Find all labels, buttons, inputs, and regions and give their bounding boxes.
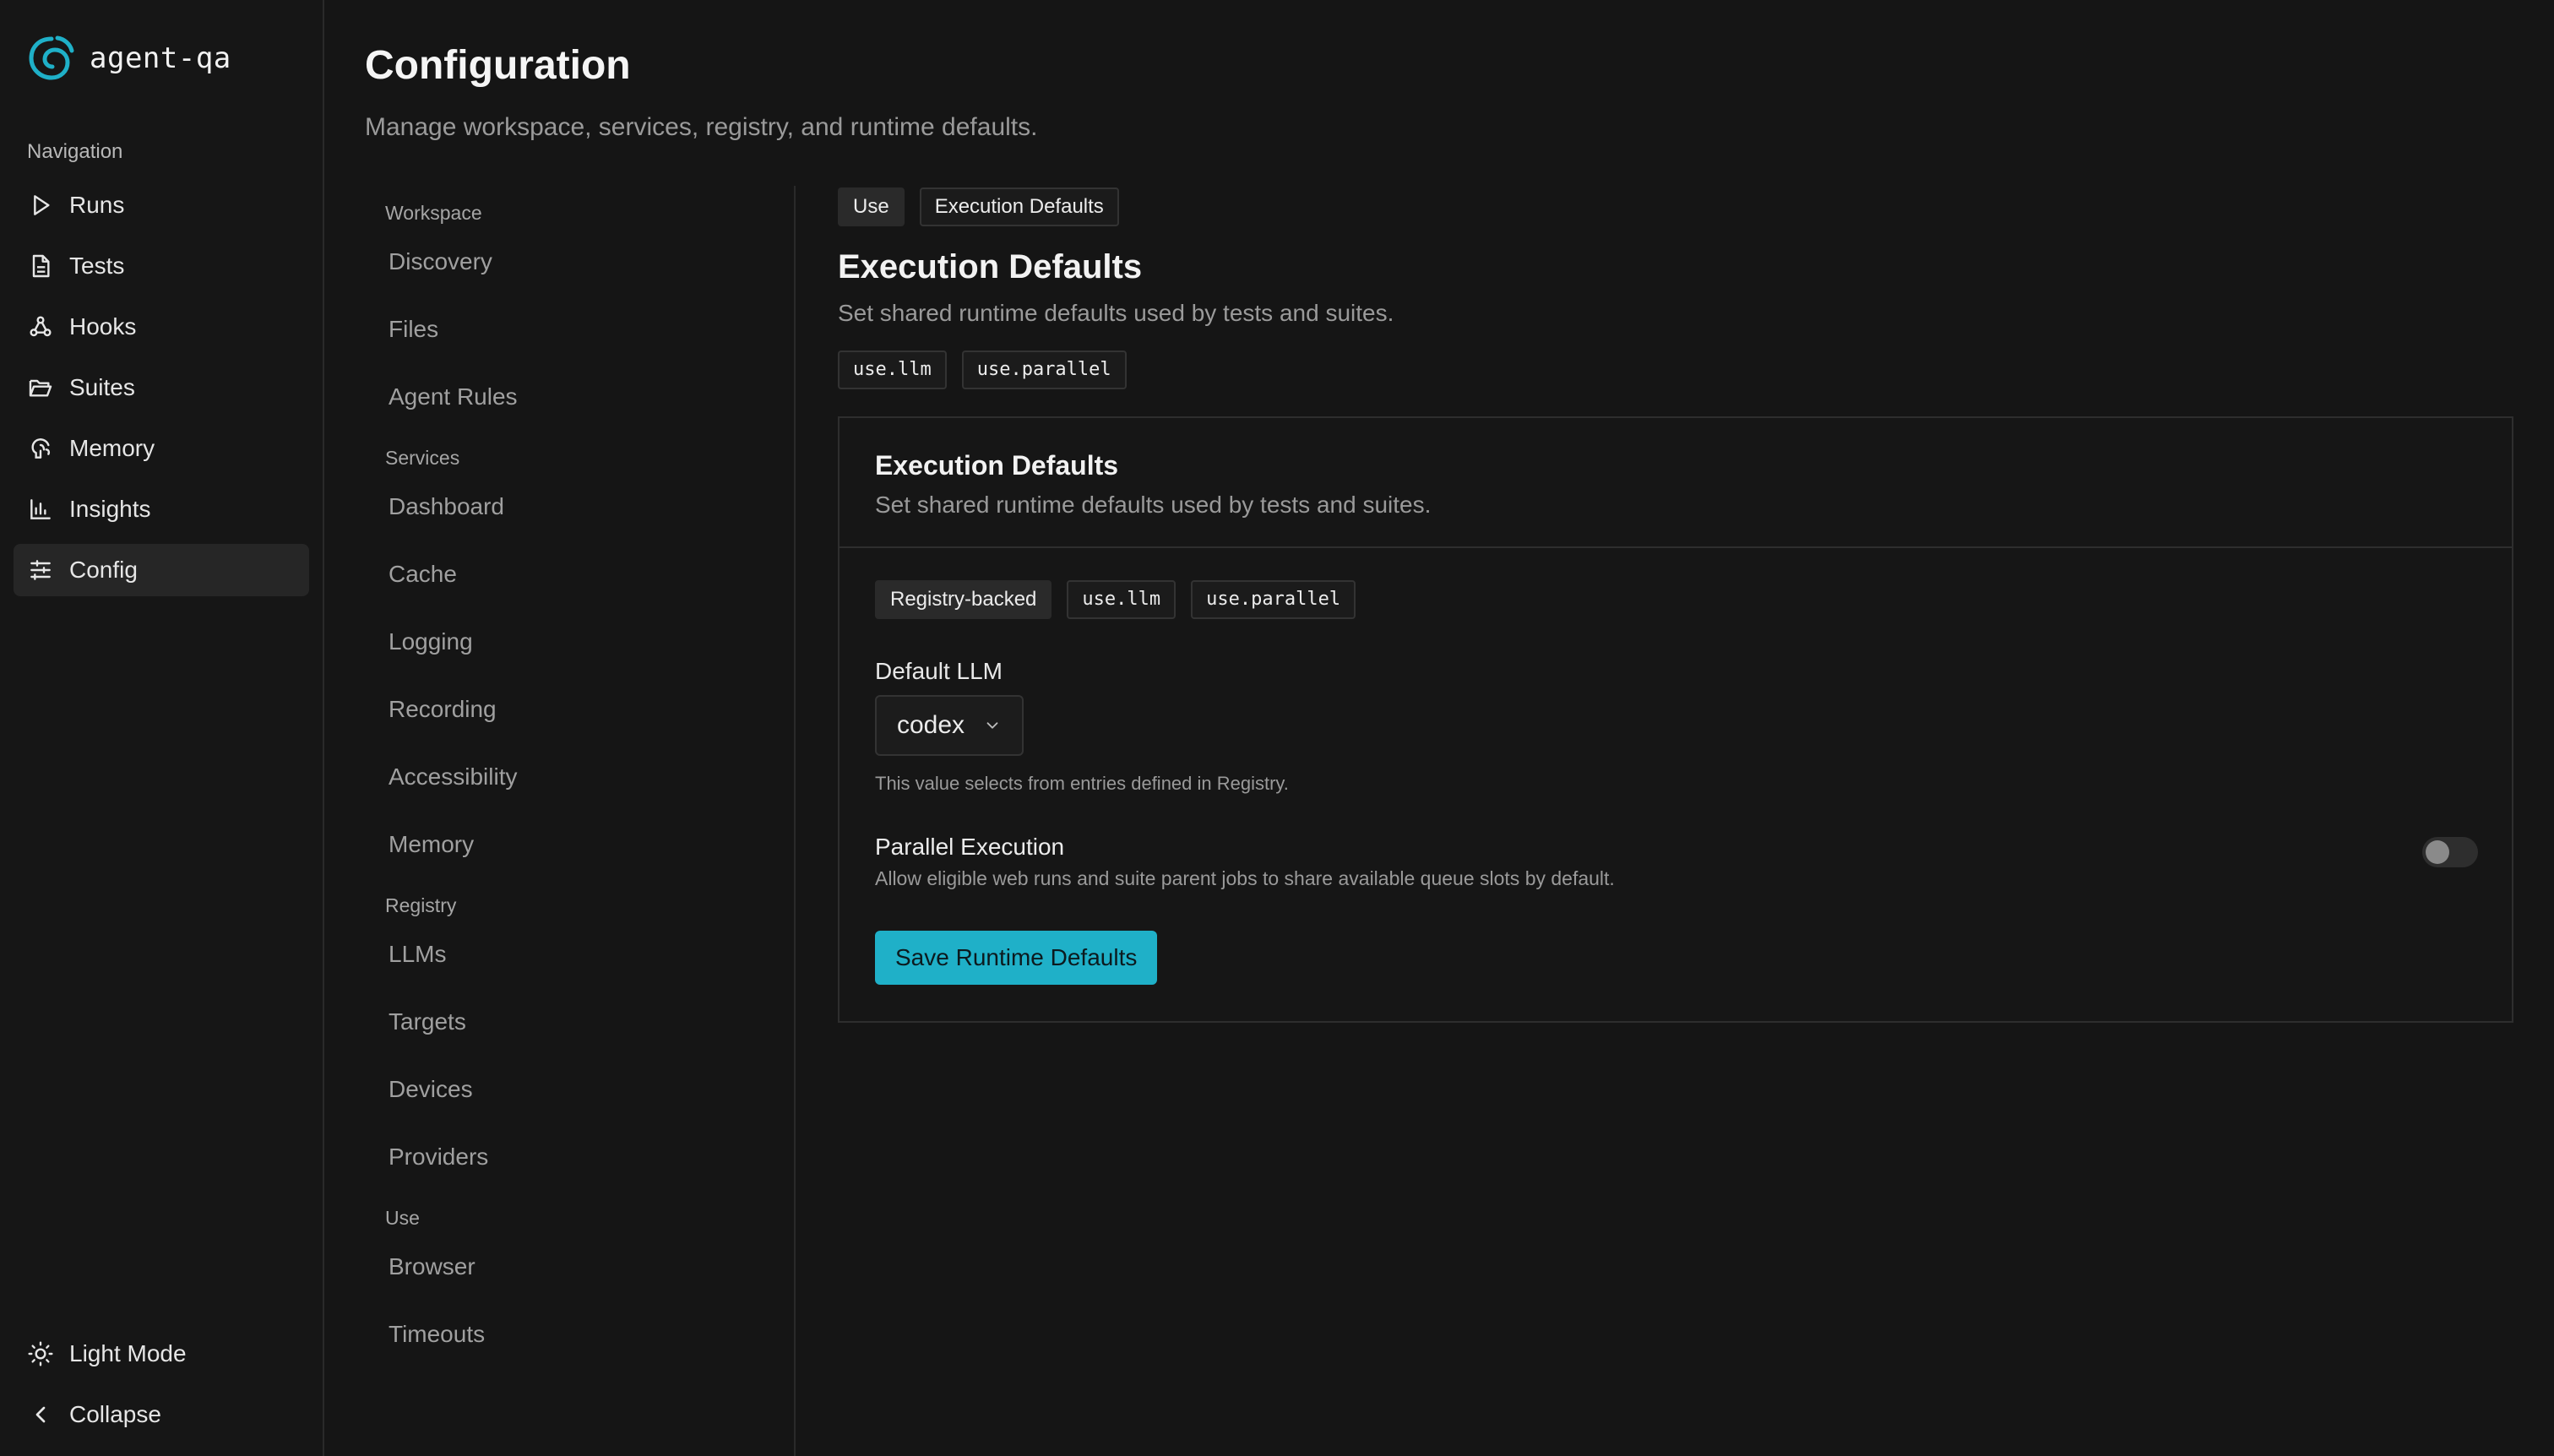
- light-mode-label: Light Mode: [69, 1340, 187, 1366]
- config-item-browser[interactable]: Browser: [389, 1233, 794, 1301]
- parallel-execution-label: Parallel Execution: [875, 834, 1065, 860]
- nav-item-insights[interactable]: Insights: [14, 483, 309, 535]
- section-description: Set shared runtime defaults used by test…: [838, 300, 1394, 326]
- default-llm-label: Default LLM: [875, 658, 1003, 684]
- webhook-icon: [30, 316, 52, 337]
- breadcrumb: Use Execution Defaults: [838, 187, 2513, 226]
- nav-item-memory[interactable]: Memory: [14, 422, 309, 475]
- sun-icon: [28, 1341, 53, 1366]
- card-description: Set shared runtime defaults used by test…: [875, 492, 1432, 518]
- folder-open-icon: [29, 379, 52, 397]
- logo-icon: [29, 35, 74, 80]
- page-title: Configuration: [365, 43, 631, 88]
- config-item-discovery[interactable]: Discovery: [389, 228, 794, 296]
- config-keys: use.llm use.parallel: [838, 350, 2513, 389]
- default-llm-select[interactable]: codex: [875, 695, 1024, 756]
- config-item-cache[interactable]: Cache: [389, 541, 794, 608]
- config-nav: Workspace Discovery Files Agent Rules Se…: [365, 186, 796, 1456]
- config-item-memory[interactable]: Memory: [389, 811, 794, 878]
- config-item-logging[interactable]: Logging: [389, 608, 794, 676]
- nav-item-runs[interactable]: Runs: [14, 179, 309, 231]
- parallel-execution-row: Parallel Execution Allow eligible web ru…: [875, 834, 2478, 890]
- config-section-use: Use: [385, 1207, 420, 1229]
- parallel-execution-description: Allow eligible web runs and suite parent…: [875, 867, 1615, 889]
- collapse-button[interactable]: Collapse: [14, 1388, 309, 1441]
- nav-item-suites[interactable]: Suites: [14, 361, 309, 414]
- nav-item-config[interactable]: Config: [14, 544, 309, 596]
- chevron-left-icon: [35, 1406, 46, 1423]
- nav-item-label: Suites: [69, 374, 135, 400]
- app-name: agent-qa: [90, 41, 231, 75]
- nav-item-label: Hooks: [69, 313, 137, 340]
- nav-item-label: Insights: [69, 496, 151, 522]
- nav-item-tests[interactable]: Tests: [14, 240, 309, 292]
- config-item-llms[interactable]: LLMs: [389, 921, 794, 988]
- config-item-files[interactable]: Files: [389, 296, 794, 363]
- config-item-providers[interactable]: Providers: [389, 1123, 794, 1191]
- config-item-targets[interactable]: Targets: [389, 988, 794, 1056]
- key-badge-use-parallel: use.parallel: [961, 350, 1127, 389]
- nav-item-label: Tests: [69, 253, 125, 279]
- light-mode-button[interactable]: Light Mode: [14, 1328, 309, 1380]
- play-icon: [34, 195, 50, 215]
- config-item-dashboard[interactable]: Dashboard: [389, 473, 794, 541]
- bar-chart-icon: [30, 499, 51, 519]
- key-badge-use-parallel: use.parallel: [1191, 580, 1356, 619]
- nav-heading: Navigation: [27, 140, 123, 163]
- breadcrumb-execution-defaults: Execution Defaults: [919, 187, 1119, 226]
- default-llm-hint: This value selects from entries defined …: [875, 773, 1289, 794]
- content-panel: Use Execution Defaults Execution Default…: [838, 187, 2513, 1023]
- config-item-accessibility[interactable]: Accessibility: [389, 743, 794, 811]
- brand[interactable]: agent-qa: [27, 34, 231, 83]
- save-runtime-defaults-button[interactable]: Save Runtime Defaults: [875, 931, 1158, 985]
- chevron-down-icon: [986, 722, 998, 729]
- default-llm-value: codex: [897, 711, 965, 739]
- nav-item-hooks[interactable]: Hooks: [14, 301, 309, 353]
- nav-item-label: Memory: [69, 435, 155, 461]
- config-item-recording[interactable]: Recording: [389, 676, 794, 743]
- collapse-label: Collapse: [69, 1401, 161, 1427]
- key-badge-use-llm: use.llm: [838, 350, 947, 389]
- config-section-workspace: Workspace: [385, 202, 482, 224]
- execution-defaults-card: Execution Defaults Set shared runtime de…: [838, 416, 2513, 1023]
- brain-icon: [31, 438, 51, 459]
- card-header: Execution Defaults Set shared runtime de…: [840, 418, 2512, 548]
- parallel-execution-toggle[interactable]: [2422, 837, 2478, 867]
- nav-item-label: Runs: [69, 192, 125, 218]
- config-section-services: Services: [385, 447, 460, 469]
- config-section-registry: Registry: [385, 894, 457, 916]
- main-nav: Runs Tests Hooks Suites Memory Insights …: [14, 179, 309, 605]
- card-body: Registry-backed use.llm use.parallel Def…: [840, 548, 2512, 985]
- toggle-knob: [2426, 840, 2449, 864]
- card-tags: Registry-backed use.llm use.parallel: [875, 580, 2478, 619]
- nav-item-label: Config: [69, 557, 138, 583]
- section-title: Execution Defaults: [838, 248, 1143, 285]
- config-item-agent-rules[interactable]: Agent Rules: [389, 363, 794, 431]
- sliders-icon: [30, 560, 51, 580]
- breadcrumb-use[interactable]: Use: [838, 187, 905, 226]
- config-item-timeouts[interactable]: Timeouts: [389, 1301, 794, 1368]
- file-text-icon: [32, 254, 50, 278]
- key-badge-use-llm: use.llm: [1067, 580, 1176, 619]
- config-item-devices[interactable]: Devices: [389, 1056, 794, 1123]
- app-sidebar: agent-qa Navigation Runs Tests Hooks Sui…: [0, 0, 324, 1456]
- page-subtitle: Manage workspace, services, registry, an…: [365, 113, 1038, 141]
- card-title: Execution Defaults: [875, 450, 1119, 481]
- registry-backed-badge: Registry-backed: [875, 580, 1052, 619]
- sidebar-footer: Light Mode Collapse: [14, 1328, 309, 1449]
